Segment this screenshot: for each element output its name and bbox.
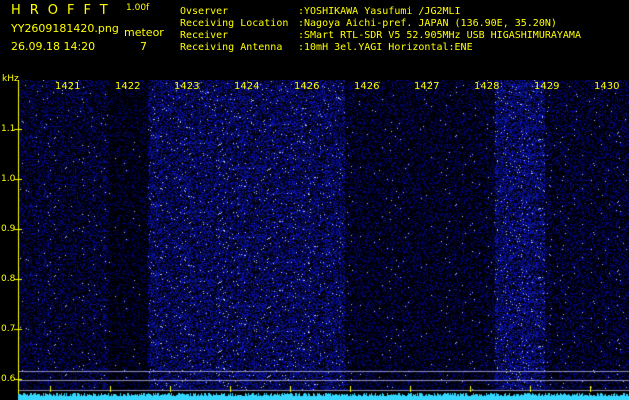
header-panel: HROFFT 1.00f YY2609181420.png 26.09.18 1…	[0, 0, 629, 80]
minute-label: 1422	[115, 81, 141, 92]
info-value-receiver: :SMart RTL-SDR V5 52.905MHz USB HIGASHIM…	[298, 30, 581, 41]
meteor-count: 7	[140, 40, 147, 53]
meteor-label: meteor	[124, 26, 164, 39]
app-version: 1.00f	[126, 3, 150, 13]
minute-label: 1426	[354, 81, 380, 92]
spectrogram-canvas	[0, 80, 629, 400]
y-tick-label: 0.6	[1, 374, 16, 384]
minute-label: 1423	[174, 81, 200, 92]
info-label-location: Receiving Location	[180, 18, 289, 29]
minute-label: 1424	[234, 81, 260, 92]
date-time: 26.09.18 14:20	[11, 40, 96, 53]
info-label-receiver: Receiver	[180, 30, 229, 41]
app-brand: HROFFT	[11, 3, 117, 18]
info-value-location: :Nagoya Aichi-pref. JAPAN (136.90E, 35.2…	[298, 18, 557, 29]
y-tick-label: 1.1	[1, 124, 16, 134]
y-tick-label: 0.8	[1, 274, 16, 284]
minute-label: 1430	[594, 81, 620, 92]
minute-label: 1421	[55, 81, 81, 92]
minute-label: 1428	[474, 81, 500, 92]
y-tick-label: 1.0	[1, 174, 16, 184]
y-tick-label: 0.7	[1, 324, 16, 334]
info-value-antenna: :10mH 3el.YAGI Horizontal:ENE	[298, 42, 473, 53]
info-label-antenna: Receiving Antenna	[180, 42, 283, 53]
file-name: YY2609181420.png	[11, 22, 119, 35]
info-value-observer: :YOSHIKAWA Yasufumi /JG2MLI	[298, 6, 461, 17]
y-axis-unit: kHz	[2, 74, 19, 84]
minute-label: 1429	[534, 81, 560, 92]
minute-label: 1426	[294, 81, 320, 92]
minute-label: 1427	[414, 81, 440, 92]
y-tick-label: 0.9	[1, 224, 16, 234]
info-label-observer: Ovserver	[180, 6, 229, 17]
